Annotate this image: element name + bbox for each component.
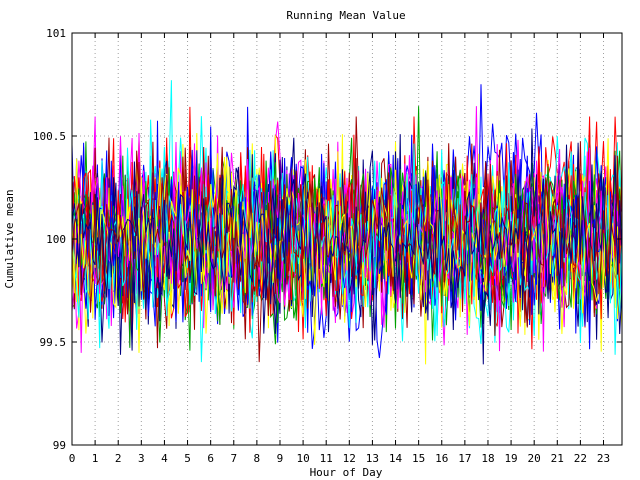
x-tick-label: 21 — [551, 452, 564, 465]
x-tick-label: 14 — [389, 452, 403, 465]
x-tick-label: 16 — [435, 452, 448, 465]
x-tick-label: 2 — [115, 452, 122, 465]
y-tick-label: 99 — [53, 439, 66, 452]
chart-svg: Running Mean Value Cumulative mean Hour … — [3, 9, 623, 479]
x-tick-label: 3 — [138, 452, 145, 465]
x-tick-label: 7 — [230, 452, 237, 465]
x-tick-label: 8 — [254, 452, 261, 465]
x-tick-label: 18 — [481, 452, 494, 465]
x-tick-label: 9 — [277, 452, 284, 465]
x-tick-label: 4 — [161, 452, 168, 465]
x-tick-label: 19 — [504, 452, 517, 465]
y-tick-label: 100 — [46, 233, 66, 246]
x-tick-label: 10 — [296, 452, 309, 465]
x-tick-label: 22 — [574, 452, 587, 465]
y-tick-label: 101 — [46, 27, 66, 40]
x-tick-label: 12 — [343, 452, 356, 465]
x-tick-label: 13 — [366, 452, 379, 465]
series-group — [71, 80, 623, 365]
y-tick-label: 100.5 — [33, 130, 66, 143]
x-axis-label: Hour of Day — [310, 466, 383, 479]
x-tick-label: 15 — [412, 452, 425, 465]
chart-title: Running Mean Value — [286, 9, 405, 22]
x-tick-label: 11 — [320, 452, 333, 465]
x-tick-label: 1 — [92, 452, 99, 465]
x-tick-label: 0 — [69, 452, 76, 465]
x-tick-label: 6 — [207, 452, 214, 465]
x-tick-label: 20 — [528, 452, 541, 465]
x-tick-label: 23 — [597, 452, 610, 465]
x-tick-label: 17 — [458, 452, 471, 465]
y-axis-label: Cumulative mean — [3, 189, 16, 288]
x-tick-label: 5 — [184, 452, 191, 465]
y-tick-label: 99.5 — [40, 336, 67, 349]
